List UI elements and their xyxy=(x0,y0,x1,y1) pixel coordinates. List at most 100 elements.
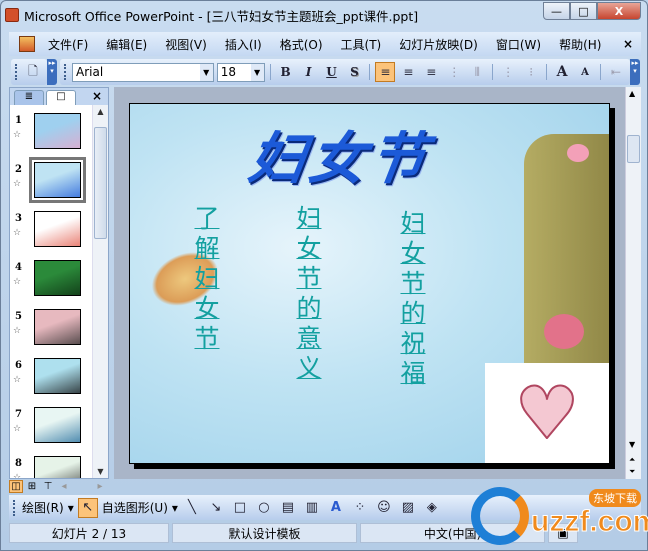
next-slide-icon[interactable]: ⏷ xyxy=(629,467,635,477)
slide-thumbnail[interactable]: 7 ☆ xyxy=(10,407,94,452)
chevron-down-icon[interactable]: ▼ xyxy=(199,63,213,81)
slide-number: 6 xyxy=(15,360,22,371)
powerpoint-window: Microsoft Office PowerPoint - [三八节妇女节主题班… xyxy=(0,0,648,551)
close-panel-button[interactable]: × xyxy=(92,89,102,103)
align-right-button[interactable]: ≡ xyxy=(421,62,441,82)
menu-window[interactable]: 窗口(W) xyxy=(487,36,550,53)
bullets-icon[interactable]: ⁝ xyxy=(521,62,541,82)
scroll-up-icon[interactable]: ▲ xyxy=(93,107,108,116)
decrease-font-button[interactable]: A xyxy=(575,62,595,82)
center-button[interactable]: ≡ xyxy=(398,62,418,82)
rectangle-icon[interactable]: □ xyxy=(230,498,250,518)
fill-color-icon[interactable]: ◈ xyxy=(422,498,442,518)
slide-number: 1 xyxy=(15,115,22,126)
numbering-icon[interactable]: ⋮ xyxy=(498,62,518,82)
decrease-indent-icon[interactable]: ⇤ xyxy=(606,62,626,82)
new-document-icon[interactable]: 🗋 xyxy=(23,62,43,82)
align-left-button[interactable]: ≡ xyxy=(375,62,396,82)
minimize-button[interactable]: — xyxy=(543,2,570,20)
column-char: 的 xyxy=(296,294,322,323)
text-column-learn[interactable]: 了解妇女节 xyxy=(190,204,224,354)
slide-title[interactable]: 妇女节 xyxy=(244,114,435,195)
watermark-logo: uzzf.com 东坡下载 xyxy=(471,485,648,547)
scroll-left-icon[interactable]: ◂ xyxy=(57,480,71,493)
menu-format[interactable]: 格式(O) xyxy=(271,36,332,53)
font-name-select[interactable]: Arial ▼ xyxy=(72,62,214,82)
watermark-site: uzzf.com xyxy=(530,505,648,539)
normal-view-icon[interactable]: ◫ xyxy=(9,479,23,493)
chevron-down-icon[interactable]: ▾ xyxy=(172,501,178,515)
slide-thumbnail[interactable]: 4 ☆ xyxy=(10,260,94,305)
wordart-icon[interactable]: A xyxy=(326,498,346,518)
thumbnail-image xyxy=(34,456,81,478)
restore-button[interactable]: □ xyxy=(570,2,597,20)
arrow-icon[interactable]: ↘ xyxy=(206,498,226,518)
slide-thumbnail[interactable]: 3 ☆ xyxy=(10,211,94,256)
menu-edit[interactable]: 编辑(E) xyxy=(97,36,156,53)
draw-menu-button[interactable]: 绘图(R) xyxy=(22,499,64,516)
slide-thumbnail[interactable]: 5 ☆ xyxy=(10,309,94,354)
italic-button[interactable]: I xyxy=(299,62,319,82)
scroll-down-icon[interactable]: ▼ xyxy=(93,467,108,476)
previous-slide-icon[interactable]: ⏶ xyxy=(629,455,635,465)
clipart-icon[interactable]: ☺ xyxy=(374,498,394,518)
menu-insert[interactable]: 插入(I) xyxy=(216,36,271,53)
separator xyxy=(546,64,548,80)
scroll-down-icon[interactable]: ▼ xyxy=(629,440,635,449)
heart-picture[interactable]: ♥ xyxy=(485,363,609,463)
picture-icon[interactable]: ▨ xyxy=(398,498,418,518)
toolbar-options-button[interactable]: ▸▸ ▾ xyxy=(47,59,57,85)
textbox-icon[interactable]: ▤ xyxy=(278,498,298,518)
menu-view[interactable]: 视图(V) xyxy=(156,36,216,53)
flower-decoration xyxy=(544,314,584,349)
shadow-button[interactable]: S xyxy=(344,62,364,82)
menu-file[interactable]: 文件(F) xyxy=(39,36,97,53)
scroll-right-icon[interactable]: ▸ xyxy=(93,480,107,493)
toolbar-grip[interactable] xyxy=(64,64,67,80)
line-icon[interactable]: ╲ xyxy=(182,498,202,518)
animation-star-icon: ☆ xyxy=(13,473,22,478)
document-icon[interactable] xyxy=(19,36,35,52)
tab-slides[interactable]: □ xyxy=(46,90,76,105)
slide-thumbnail[interactable]: 6 ☆ xyxy=(10,358,94,403)
chevron-down-icon[interactable]: ▾ xyxy=(68,501,74,515)
select-pointer-icon[interactable]: ↖ xyxy=(77,497,98,518)
slide-thumbnail[interactable]: 1 ☆ xyxy=(10,113,94,158)
text-column-blessing[interactable]: 妇女节的祝福 xyxy=(396,209,430,389)
thumbnails-scrollbar[interactable]: ▲ ▼ xyxy=(92,105,108,478)
column-char: 女 xyxy=(400,239,426,268)
slideshow-icon[interactable]: ⊤ xyxy=(41,480,55,493)
slide-thumbnail[interactable]: 8 ☆ xyxy=(10,456,94,478)
diagram-icon[interactable]: ⁘ xyxy=(350,498,370,518)
oval-icon[interactable]: ○ xyxy=(254,498,274,518)
current-slide[interactable]: 妇女节 了解妇女节 妇女节的意义 妇女节的祝福 ♥ xyxy=(129,103,610,464)
underline-button[interactable]: U xyxy=(322,62,342,82)
slide-scrollbar[interactable]: ▲ ▼ ⏶ ⏷ xyxy=(625,87,641,479)
flower-decoration xyxy=(567,144,589,162)
chevron-down-icon[interactable]: ▼ xyxy=(250,63,264,81)
font-size-select[interactable]: 18 ▼ xyxy=(216,62,265,82)
slide-sorter-icon[interactable]: ⊞ xyxy=(25,480,39,493)
text-column-meaning[interactable]: 妇女节的意义 xyxy=(292,204,326,384)
toolbar-grip[interactable] xyxy=(13,499,16,516)
menu-tools[interactable]: 工具(T) xyxy=(332,36,391,53)
text-direction-icon[interactable]: ⫴ xyxy=(467,62,487,82)
close-document-button[interactable]: × xyxy=(623,37,633,51)
scrollbar-thumb[interactable] xyxy=(94,127,107,239)
slide-counter: 幻灯片 2 / 13 xyxy=(9,523,169,543)
toolbar-options-button[interactable]: ▸▸ ▾ xyxy=(630,59,640,85)
close-button[interactable]: X xyxy=(597,2,641,20)
autoshapes-menu-button[interactable]: 自选图形(U) xyxy=(102,499,168,516)
scroll-up-icon[interactable]: ▲ xyxy=(629,89,635,98)
menu-help[interactable]: 帮助(H) xyxy=(550,36,610,53)
powerpoint-app-icon[interactable] xyxy=(5,8,19,22)
bold-button[interactable]: B xyxy=(276,62,296,82)
toolbar-grip[interactable] xyxy=(15,64,18,80)
scrollbar-thumb[interactable] xyxy=(627,135,640,163)
slide-thumbnail[interactable]: 2 ☆ xyxy=(10,157,94,207)
vertical-textbox-icon[interactable]: ▥ xyxy=(302,498,322,518)
distributed-icon[interactable]: ⋮ xyxy=(444,62,464,82)
tab-outline[interactable]: ≣ xyxy=(14,90,44,105)
increase-font-button[interactable]: A xyxy=(552,62,572,82)
menu-slideshow[interactable]: 幻灯片放映(D) xyxy=(390,36,487,53)
